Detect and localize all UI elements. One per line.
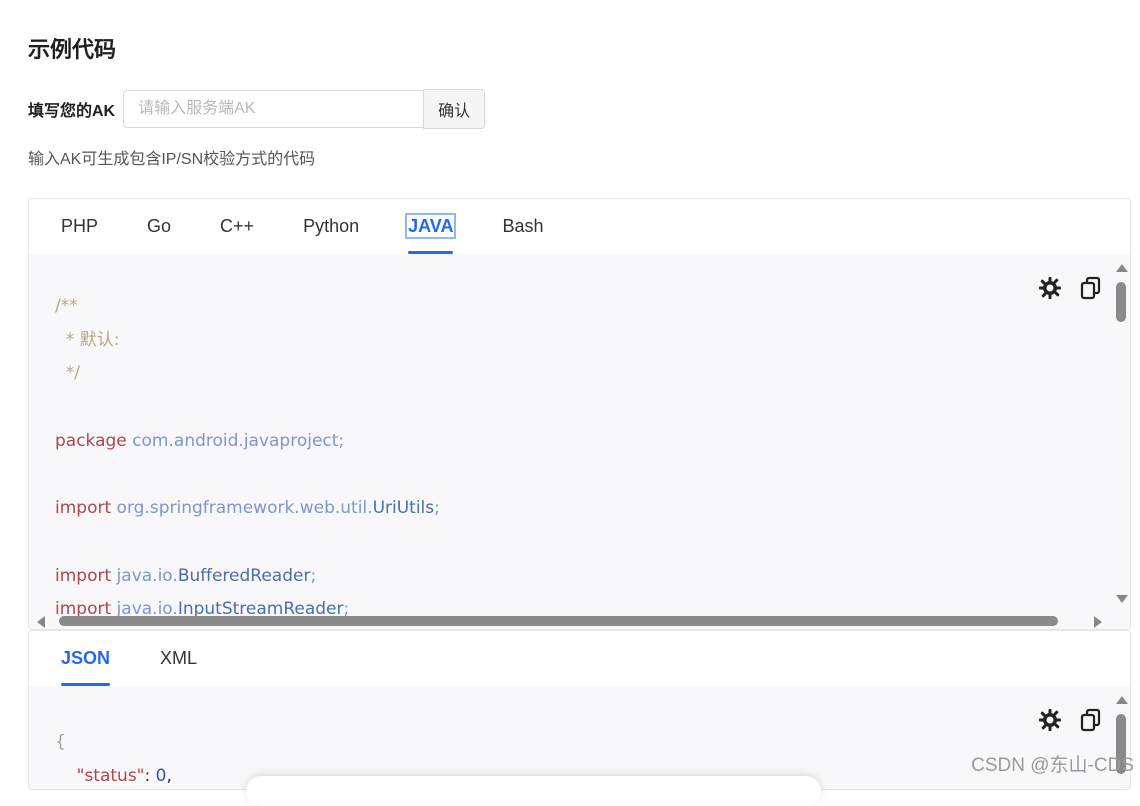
horizontal-scrollbar[interactable] [29, 613, 1112, 629]
watermark: CSDN @东山-CDS [971, 755, 1134, 776]
response-sample-panel: JSON XML { "status": 0, [28, 630, 1131, 790]
code-line: */ [55, 363, 81, 384]
code-tools [1038, 276, 1102, 300]
code-punct: ; [434, 498, 440, 519]
tab-java[interactable]: JAVA [405, 199, 457, 254]
response-tools [1038, 708, 1102, 732]
format-tabs: JSON XML [29, 631, 1130, 687]
theme-toggle-icon[interactable] [1038, 708, 1062, 732]
response-code-text: { "status": 0, [55, 726, 172, 789]
code-keyword: import [55, 498, 112, 519]
code-line: /** [55, 296, 78, 316]
ak-row: 填写您的AK 确认 [28, 89, 486, 129]
floating-bar [246, 776, 821, 806]
code-keyword: import [55, 565, 112, 586]
json-colon: : [144, 765, 156, 786]
tab-go[interactable]: Go [147, 199, 171, 254]
scroll-up-arrow-icon[interactable] [1116, 696, 1128, 704]
ak-input[interactable] [123, 90, 424, 128]
scroll-thumb[interactable] [1116, 282, 1126, 322]
response-code-block: { "status": 0, [29, 686, 1130, 789]
tab-json[interactable]: JSON [61, 631, 111, 686]
code-sample-panel: PHP Go C++ Python JAVA Bash /** * 默认: */… [28, 198, 1131, 630]
copy-icon[interactable] [1080, 708, 1102, 732]
code-class: BufferedReader [177, 565, 311, 586]
confirm-button[interactable]: 确认 [423, 89, 486, 129]
json-value: 0 [155, 765, 167, 786]
page-title: 示例代码 [28, 37, 117, 62]
tab-php[interactable]: PHP [61, 199, 98, 254]
scroll-down-arrow-icon[interactable] [1116, 595, 1128, 603]
scroll-right-arrow-icon[interactable] [1094, 616, 1102, 628]
language-tabs: PHP Go C++ Python JAVA Bash [29, 199, 1130, 255]
tab-python[interactable]: Python [303, 199, 359, 254]
json-key: "status" [76, 765, 145, 786]
json-comma: , [166, 765, 172, 786]
tab-xml[interactable]: XML [160, 631, 197, 686]
code-package: org.springframework.web.util. [116, 498, 373, 519]
code-keyword: package [55, 430, 127, 451]
ak-label: 填写您的AK [28, 103, 116, 120]
code-line: { [55, 732, 66, 752]
scroll-left-arrow-icon[interactable] [37, 616, 45, 628]
theme-toggle-icon[interactable] [1038, 276, 1062, 300]
code-package: com.android.javaproject; [132, 430, 345, 451]
ak-hint: 输入AK可生成包含IP/SN校验方式的代码 [28, 151, 316, 168]
code-punct: ; [310, 565, 317, 586]
code-block: /** * 默认: */ package com.android.javapro… [29, 254, 1130, 629]
code-line: * 默认: [55, 329, 120, 350]
code-class: UriUtils [372, 498, 435, 519]
copy-icon[interactable] [1080, 276, 1102, 300]
vertical-scrollbar[interactable] [1112, 254, 1130, 615]
tab-cpp[interactable]: C++ [220, 199, 254, 254]
tab-bash[interactable]: Bash [502, 199, 543, 254]
code-package: java.io. [116, 565, 178, 586]
code-text: /** * 默认: */ package com.android.javapro… [55, 290, 440, 627]
scroll-thumb[interactable] [59, 616, 1058, 626]
scroll-up-arrow-icon[interactable] [1116, 264, 1128, 272]
